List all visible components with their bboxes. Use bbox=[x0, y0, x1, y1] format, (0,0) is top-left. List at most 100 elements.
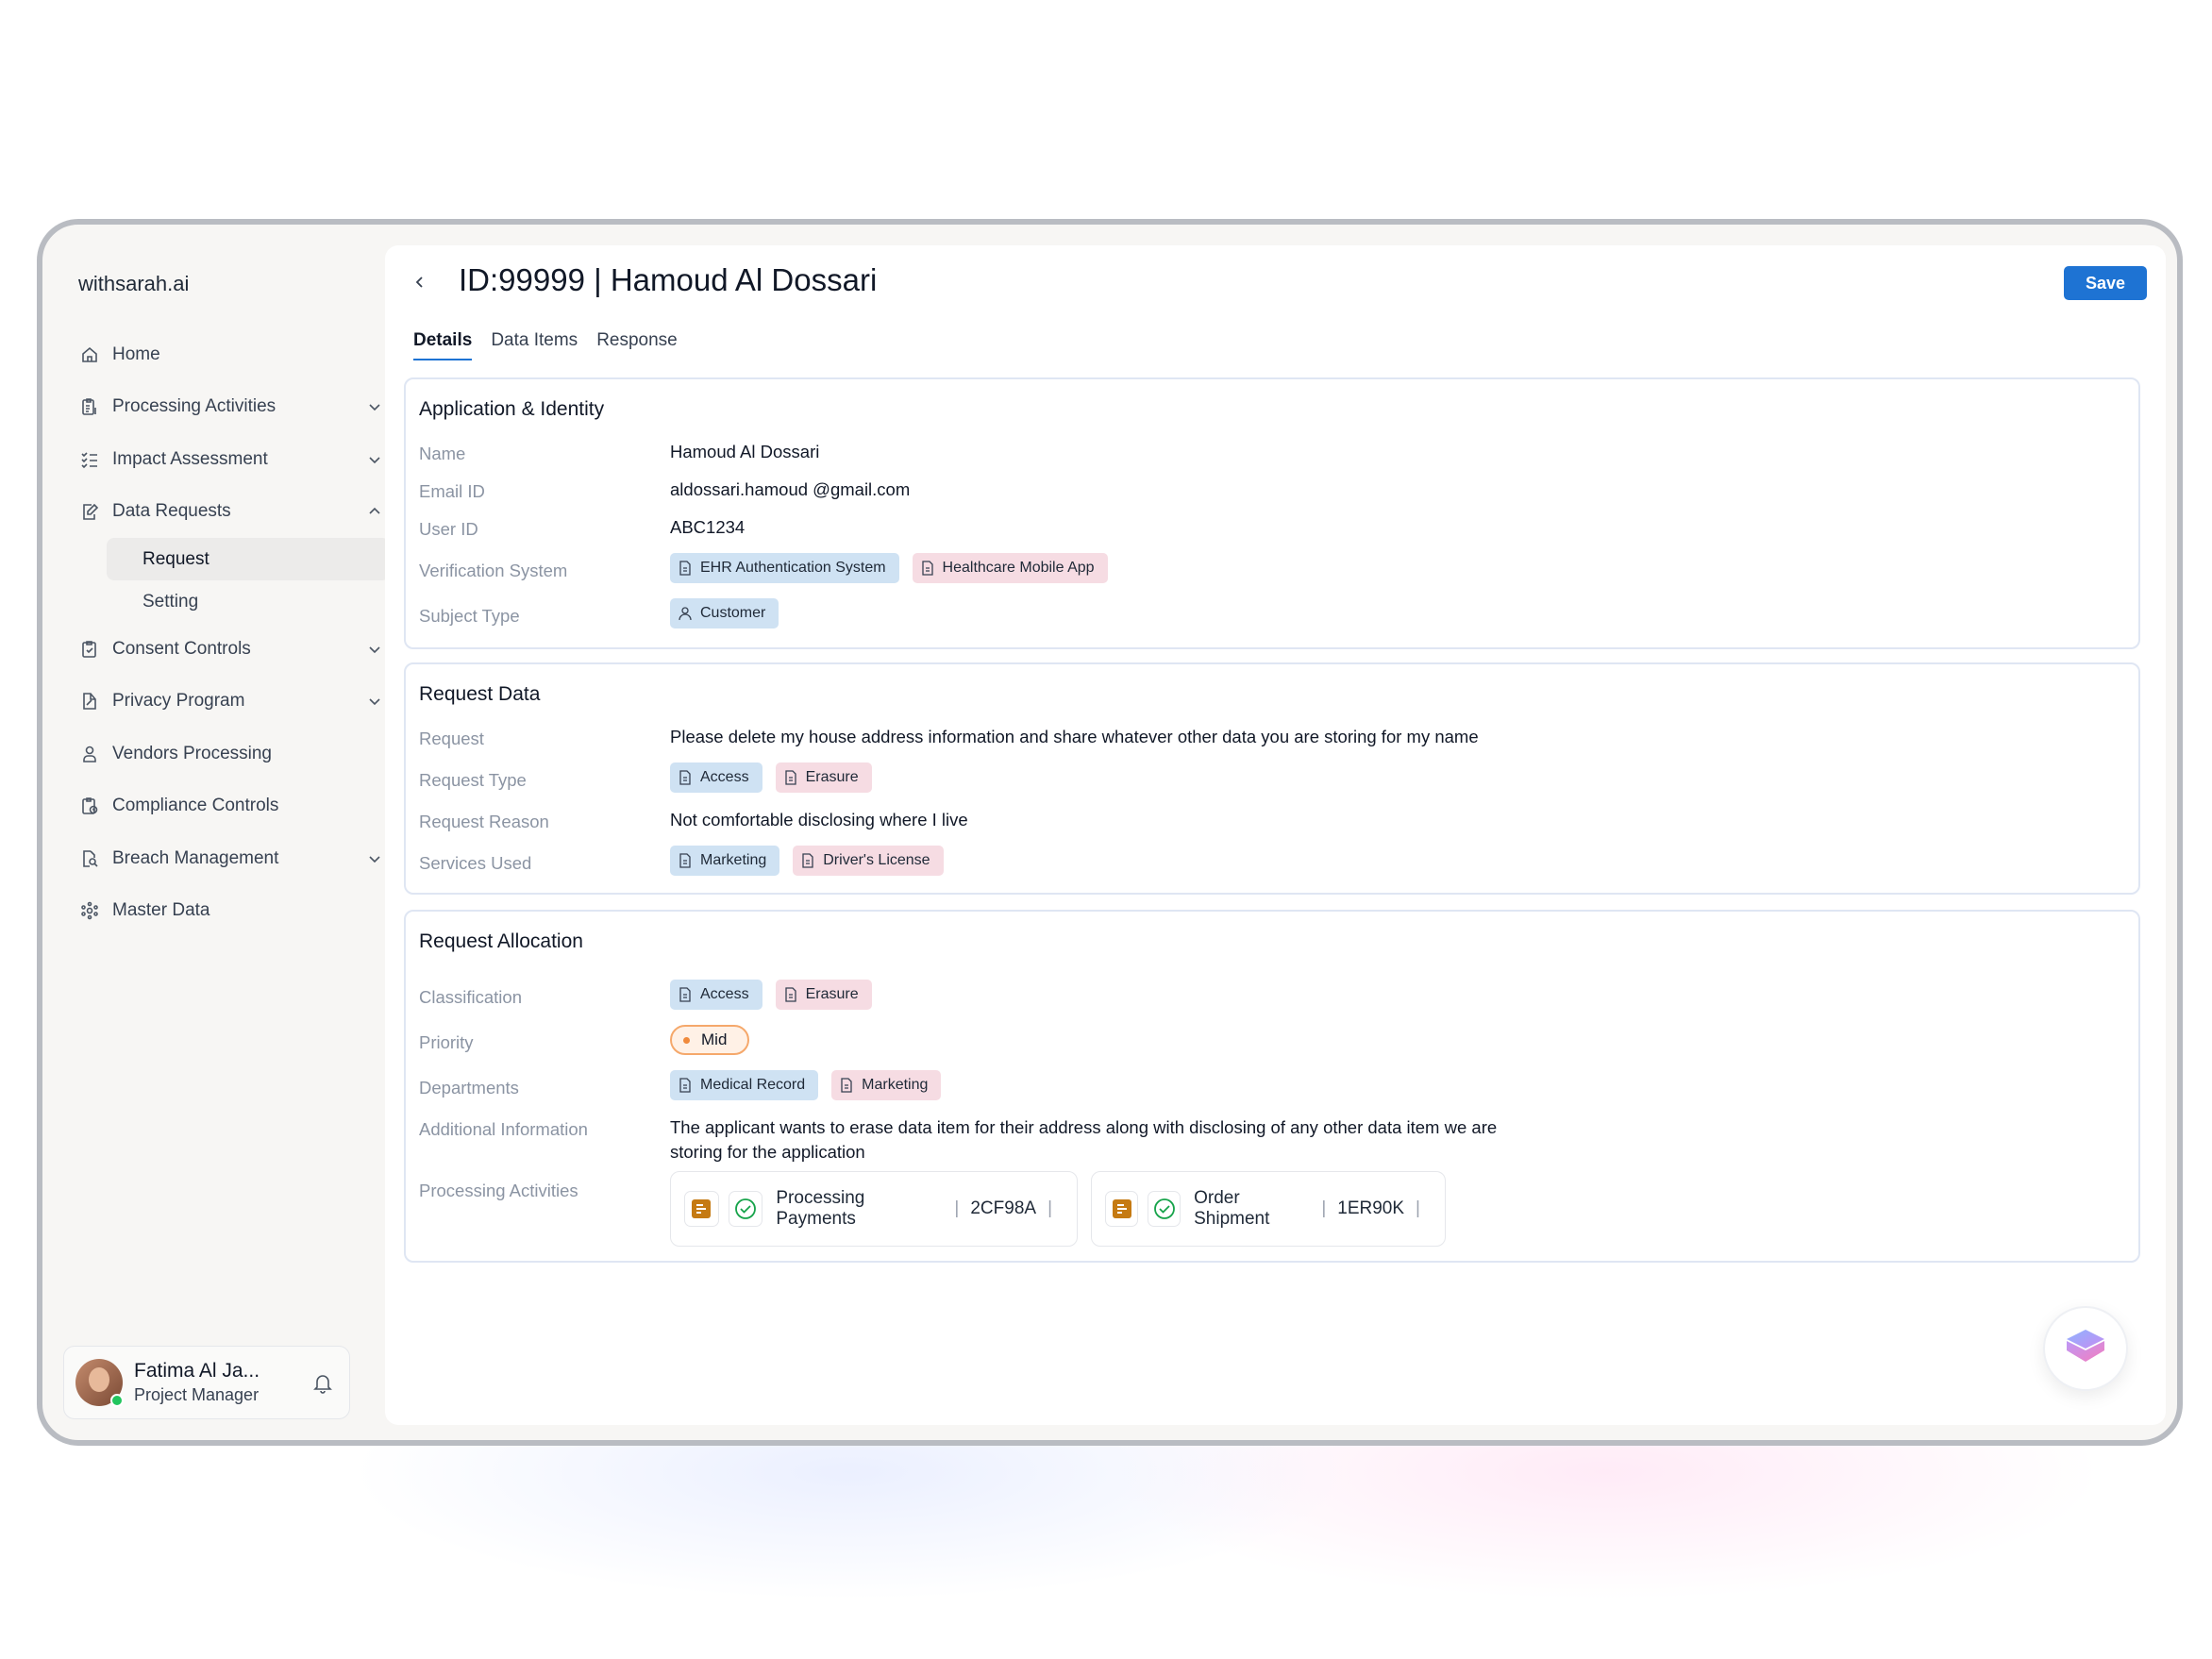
separator: | bbox=[1416, 1198, 1420, 1218]
bell-icon[interactable] bbox=[313, 1373, 332, 1394]
priority-dot bbox=[683, 1036, 690, 1044]
userid-value: ABC1234 bbox=[670, 517, 746, 537]
user-icon bbox=[678, 605, 693, 622]
tab-data-items[interactable]: Data Items bbox=[491, 330, 578, 360]
activity-type-icon bbox=[1105, 1191, 1139, 1227]
sidebar-item-processing-activities[interactable]: Processing Activities bbox=[78, 381, 390, 434]
back-arrow-icon[interactable] bbox=[413, 276, 427, 289]
document-icon bbox=[920, 560, 935, 577]
edit-document-icon bbox=[78, 500, 101, 523]
separator: | bbox=[954, 1198, 960, 1218]
checklist-icon bbox=[78, 448, 101, 471]
field-label: Services Used bbox=[419, 853, 532, 873]
processing-activity-card[interactable]: Order Shipment | 1ER90K | bbox=[1091, 1171, 1446, 1247]
separator: | bbox=[1321, 1198, 1327, 1218]
activity-name: Order Shipment bbox=[1194, 1188, 1270, 1229]
document-icon bbox=[783, 769, 798, 786]
layers-logo-icon bbox=[2067, 1330, 2104, 1362]
sidebar-item-label: Impact Assessment bbox=[112, 448, 268, 469]
chip: Marketing bbox=[670, 846, 780, 876]
user-name: Fatima Al Ja... bbox=[134, 1360, 260, 1382]
field-label: Verification System bbox=[419, 561, 568, 580]
document-icon bbox=[678, 852, 693, 869]
sidebar-item-privacy-program[interactable]: Privacy Program bbox=[78, 676, 390, 729]
activity-code: 1ER90K bbox=[1337, 1198, 1405, 1218]
field-label: Departments bbox=[419, 1078, 519, 1098]
user-profile-card[interactable]: Fatima Al Ja... Project Manager bbox=[63, 1346, 350, 1419]
tab-bar: Details Data Items Response bbox=[413, 330, 678, 360]
assistant-fab-button[interactable] bbox=[2043, 1306, 2128, 1391]
app-window: withsarah.ai Home Processing Activities … bbox=[37, 219, 2183, 1446]
subject-chips: Customer bbox=[670, 598, 779, 628]
request-reason-value: Not comfortable disclosing where I live bbox=[670, 810, 968, 830]
sidebar-item-label: Home bbox=[112, 344, 160, 364]
activity-code: 2CF98A bbox=[970, 1198, 1037, 1218]
activity-name: Processing Payments bbox=[776, 1188, 865, 1229]
field-label: Additional Information bbox=[419, 1119, 588, 1139]
field-label: Request Type bbox=[419, 770, 527, 790]
field-label: Request bbox=[419, 729, 484, 748]
chevron-down-icon[interactable] bbox=[367, 452, 382, 467]
save-button[interactable]: Save bbox=[2064, 266, 2147, 300]
clipboard-clock-icon bbox=[78, 795, 101, 817]
chip: Erasure bbox=[775, 980, 872, 1010]
sidebar-item-home[interactable]: Home bbox=[78, 328, 390, 381]
chip: EHR Authentication System bbox=[670, 553, 899, 583]
chip: Access bbox=[670, 762, 762, 793]
user-icon bbox=[78, 743, 101, 765]
document-icon bbox=[800, 852, 815, 869]
document-icon bbox=[678, 986, 693, 1003]
sidebar-item-label: Data Requests bbox=[112, 501, 231, 522]
check-circle-icon bbox=[728, 1191, 763, 1227]
chip: Medical Record bbox=[670, 1070, 819, 1100]
sidebar-item-vendors-processing[interactable]: Vendors Processing bbox=[78, 728, 390, 780]
document-icon bbox=[839, 1077, 854, 1094]
field-label: Request Reason bbox=[419, 812, 549, 831]
sidebar-item-breach-management[interactable]: Breach Management bbox=[78, 832, 390, 885]
separator: | bbox=[1047, 1198, 1052, 1218]
chip: Erasure bbox=[775, 762, 872, 793]
main-panel: ID:99999 | Hamoud Al Dossari Save Detail… bbox=[385, 245, 2166, 1425]
priority-badge: Mid bbox=[670, 1025, 750, 1055]
document-icon bbox=[678, 560, 693, 577]
chevron-down-icon[interactable] bbox=[367, 694, 382, 709]
sidebar-subitem-request[interactable]: Request bbox=[107, 538, 390, 580]
card-title: Application & Identity bbox=[419, 398, 605, 420]
document-edit-icon bbox=[78, 690, 101, 712]
processing-activity-card[interactable]: Processing Payments | 2CF98A | bbox=[670, 1171, 1078, 1247]
field-label: Name bbox=[419, 444, 466, 463]
page-title: ID:99999 | Hamoud Al Dossari bbox=[459, 262, 878, 297]
chip: Driver's License bbox=[793, 846, 944, 876]
document-icon bbox=[678, 769, 693, 786]
card-title: Request Allocation bbox=[419, 930, 583, 952]
sidebar-item-consent-controls[interactable]: Consent Controls bbox=[78, 623, 390, 676]
sidebar-item-label: Master Data bbox=[112, 900, 210, 921]
tab-details[interactable]: Details bbox=[413, 330, 473, 360]
request-data-card: Request Data Request Please delete my ho… bbox=[404, 662, 2140, 895]
application-identity-card: Application & Identity Name Hamoud Al Do… bbox=[404, 377, 2140, 649]
chevron-down-icon[interactable] bbox=[367, 642, 382, 657]
chevron-up-icon[interactable] bbox=[367, 504, 382, 519]
field-label: Processing Activities bbox=[419, 1181, 578, 1200]
sidebar-item-data-requests[interactable]: Data Requests bbox=[78, 486, 390, 539]
email-value: aldossari.hamoud @gmail.com bbox=[670, 479, 911, 499]
activity-type-icon bbox=[684, 1191, 719, 1227]
tab-response[interactable]: Response bbox=[596, 330, 678, 360]
home-icon bbox=[78, 344, 101, 366]
priority-chips: Mid bbox=[670, 1025, 750, 1055]
document-search-icon bbox=[78, 847, 101, 870]
online-status-dot bbox=[110, 1394, 124, 1407]
chevron-down-icon[interactable] bbox=[367, 399, 382, 414]
chip: Marketing bbox=[831, 1070, 942, 1100]
name-value: Hamoud Al Dossari bbox=[670, 442, 820, 461]
sidebar-item-compliance-controls[interactable]: Compliance Controls bbox=[78, 780, 390, 833]
sidebar-item-master-data[interactable]: Master Data bbox=[78, 885, 390, 938]
hub-icon bbox=[78, 899, 101, 922]
sidebar-item-impact-assessment[interactable]: Impact Assessment bbox=[78, 433, 390, 486]
chevron-down-icon[interactable] bbox=[367, 851, 382, 866]
sidebar-subitem-setting[interactable]: Setting bbox=[107, 580, 390, 623]
sidebar-item-label: Privacy Program bbox=[112, 691, 245, 712]
chip: Access bbox=[670, 980, 762, 1010]
field-label: Priority bbox=[419, 1032, 474, 1052]
chip: Healthcare Mobile App bbox=[912, 553, 1108, 583]
